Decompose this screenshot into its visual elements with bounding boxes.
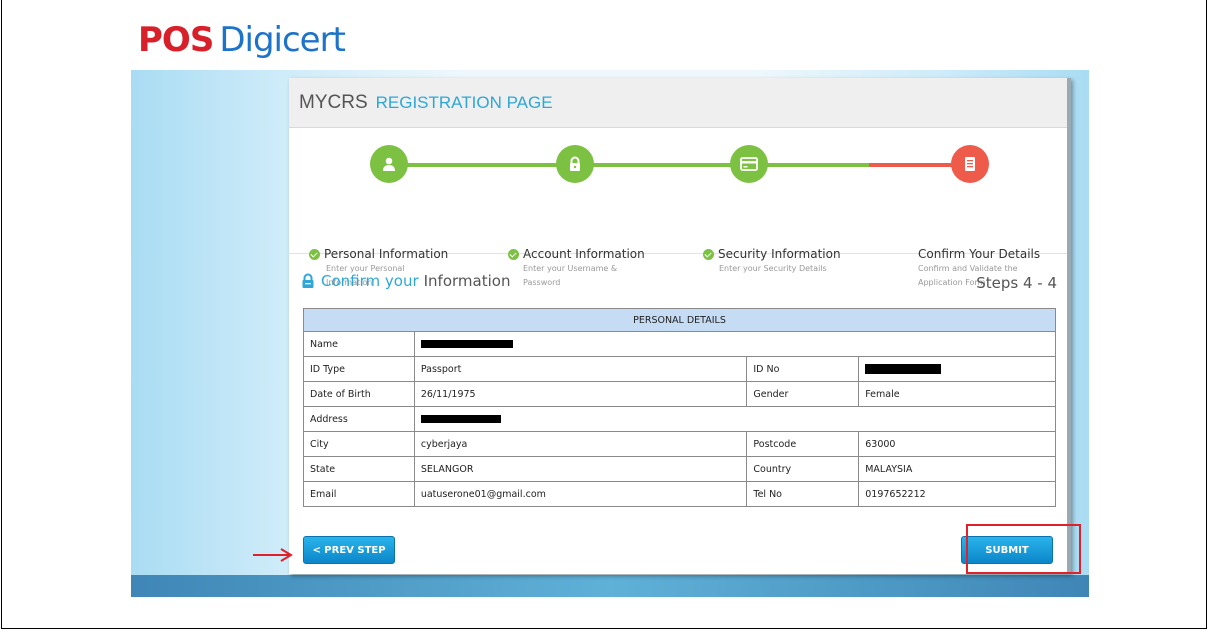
- name-value: [413, 331, 1057, 357]
- step-4-title[interactable]: Confirm Your Details: [918, 247, 1040, 261]
- confirm-title-text: Information: [423, 272, 511, 290]
- gender-value: Female: [858, 381, 1056, 407]
- check-icon: [309, 248, 320, 260]
- step-4-label: Confirm Your Details: [918, 247, 1041, 261]
- confirm-title-accent: Confirm your: [321, 272, 419, 290]
- page-title: MYCRS: [299, 91, 368, 113]
- table-header-row: PERSONAL DETAILS: [303, 308, 1056, 332]
- step-4-circle[interactable]: [951, 145, 989, 183]
- table-row: Date of Birth 26/11/1975 Gender Female: [303, 381, 1056, 407]
- card-icon: [740, 157, 758, 171]
- tel-label: Tel No: [746, 481, 860, 507]
- prev-step-button[interactable]: < PREV STEP: [303, 536, 395, 564]
- email-value: uatuserone01@gmail.com: [413, 481, 748, 507]
- table-row: Name: [303, 331, 1057, 357]
- logo-digicert-text: Digicert: [219, 20, 346, 60]
- lock-icon: [570, 156, 580, 171]
- steps-counter: Steps 4 - 4: [976, 274, 1057, 292]
- email-label: Email: [303, 481, 415, 507]
- country-label: Country: [746, 456, 860, 482]
- step-1-title[interactable]: Personal Information: [309, 247, 448, 261]
- id-no-value: [858, 356, 1056, 382]
- step-2-circle[interactable]: [556, 145, 594, 183]
- address-value: [413, 406, 1057, 432]
- table-header: PERSONAL DETAILS: [303, 308, 1056, 332]
- check-icon: [703, 248, 714, 260]
- id-type-value: Passport: [413, 356, 748, 382]
- step-2-label: Account Information: [523, 247, 645, 261]
- document-icon: [965, 157, 975, 171]
- logo-pos-text: POS: [138, 20, 214, 60]
- step-3-label: Security Information: [718, 247, 841, 261]
- id-no-label: ID No: [746, 356, 860, 382]
- postcode-label: Postcode: [746, 431, 860, 457]
- confirm-section-header: Confirm your Information Steps 4 - 4: [289, 266, 1071, 302]
- id-type-label: ID Type: [303, 356, 415, 382]
- step-3-title[interactable]: Security Information: [703, 247, 841, 261]
- registration-panel: MYCRS REGISTRATION PAGE Personal Informa…: [289, 78, 1071, 574]
- dob-label: Date of Birth: [303, 381, 415, 407]
- check-icon: [508, 248, 519, 260]
- redacted-name: [420, 340, 513, 348]
- annotation-arrow-icon: [253, 548, 293, 562]
- pos-digicert-logo: POS Digicert: [138, 18, 346, 62]
- page-subtitle: REGISTRATION PAGE: [375, 92, 553, 112]
- city-label: City: [303, 431, 415, 457]
- table-row: City cyberjaya Postcode 63000: [303, 431, 1056, 457]
- redacted-address: [420, 415, 501, 423]
- confirm-title: Confirm your Information: [301, 272, 510, 290]
- table-row: Email uatuserone01@gmail.com Tel No 0197…: [303, 481, 1056, 507]
- name-label: Name: [303, 331, 415, 357]
- background-footer: [131, 575, 1089, 597]
- lock-icon: [302, 273, 314, 288]
- progress-stepper: Personal Information Enter your Personal…: [289, 128, 1067, 287]
- tel-value: 0197652212: [858, 481, 1056, 507]
- step-1-circle[interactable]: [370, 145, 408, 183]
- step-3-circle[interactable]: [730, 145, 768, 183]
- table-row: ID Type Passport ID No: [303, 356, 1056, 382]
- table-row: State SELANGOR Country MALAYSIA: [303, 456, 1056, 482]
- annotation-highlight-box: [966, 524, 1081, 574]
- state-label: State: [303, 456, 415, 482]
- dob-value: 26/11/1975: [413, 381, 748, 407]
- city-value: cyberjaya: [413, 431, 748, 457]
- step-2-title[interactable]: Account Information: [508, 247, 645, 261]
- step-1-label: Personal Information: [324, 247, 449, 261]
- gender-label: Gender: [746, 381, 860, 407]
- state-value: SELANGOR: [413, 456, 748, 482]
- table-row: Address: [303, 406, 1057, 432]
- panel-header: MYCRS REGISTRATION PAGE: [289, 78, 1067, 128]
- postcode-value: 63000: [858, 431, 1056, 457]
- address-label: Address: [303, 406, 415, 432]
- country-value: MALAYSIA: [858, 456, 1056, 482]
- personal-details-table: PERSONAL DETAILS Name ID Type Passport I…: [303, 308, 1057, 507]
- user-icon: [383, 157, 395, 171]
- redacted-id-no: [865, 364, 942, 374]
